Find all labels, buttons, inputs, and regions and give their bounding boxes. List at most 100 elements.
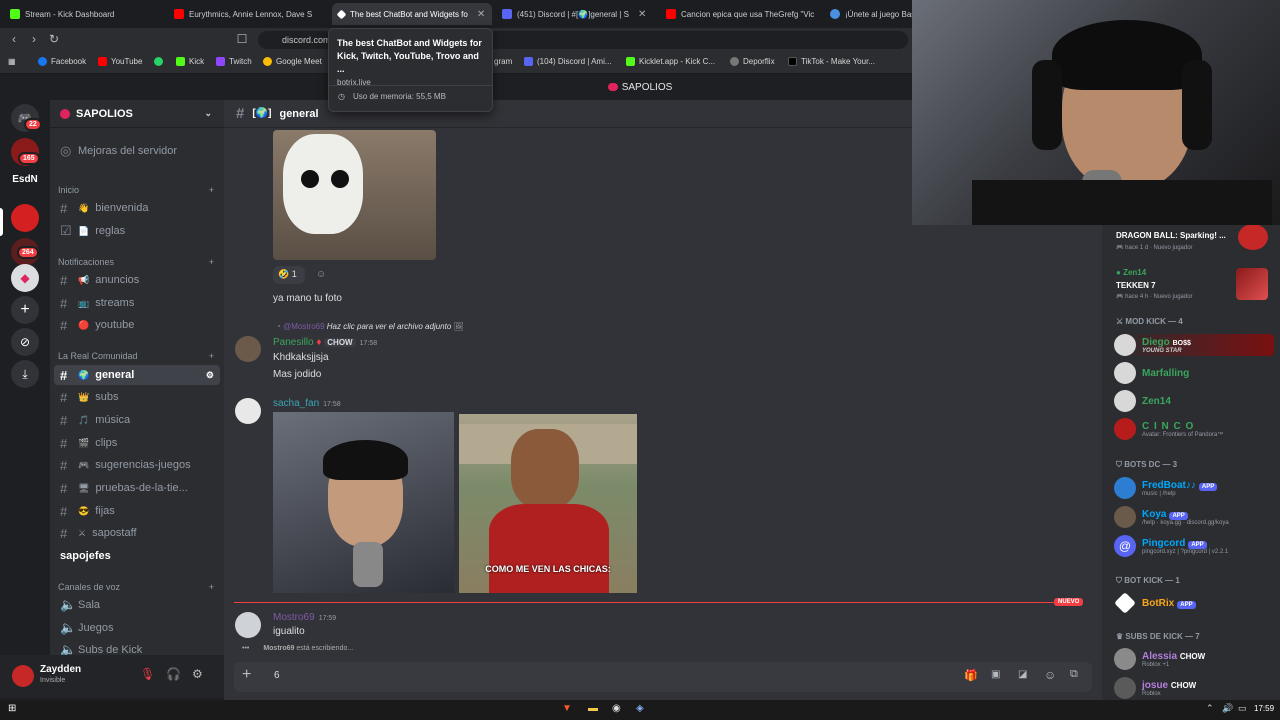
message-author[interactable]: Mostro69 17:59 xyxy=(273,612,336,623)
apps-icon[interactable]: ▦ xyxy=(8,57,16,66)
discover-icon[interactable]: ⊘ xyxy=(11,328,39,356)
download-icon[interactable]: ⤓ xyxy=(11,360,39,388)
channel-musica[interactable]: # 🎵 música xyxy=(54,410,220,430)
bookmark-kicklet[interactable]: Kicklet.app - Kick C... xyxy=(626,57,715,66)
message-author[interactable]: Panesillo ♦ CHOW 17:58 xyxy=(273,337,377,348)
bookmark-google-meet[interactable]: Google Meet xyxy=(263,57,322,66)
member-item[interactable]: Diego BO$$ YOUNG STAR xyxy=(1114,334,1274,356)
channel-general[interactable]: # 🌍 general ⚙ xyxy=(54,365,220,385)
gif-icon[interactable]: ▣ xyxy=(991,669,1000,680)
avatar[interactable] xyxy=(12,665,34,687)
bookmark-instagram[interactable]: gram xyxy=(494,57,512,66)
category-canales-de-voz[interactable]: Canales de voz + xyxy=(58,582,214,592)
channel-clips[interactable]: # 🎬 clips xyxy=(54,433,220,453)
avatar[interactable] xyxy=(235,336,261,362)
bookmark-discord[interactable]: (104) Discord | Ami... xyxy=(524,57,612,66)
reply-preview[interactable]: ◔ @Mostro69 Haz clic para ver el archivo… xyxy=(276,322,464,331)
member-item[interactable]: Zen14 xyxy=(1114,390,1171,412)
back-icon[interactable]: ‹ xyxy=(6,32,22,46)
app-icon[interactable]: ◉ xyxy=(612,703,621,714)
server-boosts-item[interactable]: ◎ Mejoras del servidor xyxy=(54,141,220,161)
attachment-image[interactable] xyxy=(273,130,436,260)
windows-start-icon[interactable]: ⊞ xyxy=(8,703,16,714)
apps-icon[interactable]: ⧉ xyxy=(1070,668,1078,681)
emoji-icon[interactable]: ☺ xyxy=(1044,668,1056,682)
tab-discord[interactable]: (451) Discord | #[🌍]general | S ✕ xyxy=(496,3,656,25)
sticker-icon[interactable]: ◪ xyxy=(1018,669,1027,680)
tab-eurythmics[interactable]: Eurythmics, Annie Lennox, Dave S xyxy=(168,3,328,25)
tab-kick-dashboard[interactable]: Stream - Kick Dashboard xyxy=(4,3,164,25)
channel-sapostaff[interactable]: # ⚔ sapostaff xyxy=(54,523,220,543)
shield-icon: ⛉ xyxy=(1116,460,1122,469)
voice-channel-juegos[interactable]: 🔈 Juegos xyxy=(54,618,220,638)
attachment-image[interactable]: COMO ME VEN LAS CHICAS: xyxy=(459,414,637,593)
bookmark-youtube[interactable]: YouTube xyxy=(98,57,142,66)
channel-subs[interactable]: # 👑 subs xyxy=(54,387,220,407)
member-item[interactable]: @ Pingcord APP pingcord.xyz | ?pingcord | v… xyxy=(1114,535,1228,557)
bookmark-facebook[interactable]: Facebook xyxy=(38,57,86,66)
close-icon[interactable]: ✕ xyxy=(638,9,646,20)
tab-botrix[interactable]: The best ChatBot and Widgets fo ✕ xyxy=(332,3,492,25)
category-la-real-comunidad[interactable]: La Real Comunidad + xyxy=(58,351,214,361)
add-reaction-icon[interactable]: ☺ xyxy=(316,269,326,280)
bookmark-icon[interactable]: ☐ xyxy=(234,32,250,46)
tab-cancion-epica[interactable]: Cancion epica que usa TheGrefg "Vic xyxy=(660,3,820,25)
channel-sapojefes[interactable]: sapojefes xyxy=(54,546,220,566)
message-input[interactable]: 6 xyxy=(274,670,280,681)
tray-chevron-icon[interactable]: ⌃ xyxy=(1206,703,1214,714)
bookmark-deporflix[interactable]: Deporflix xyxy=(730,57,775,66)
sapolios-server-icon[interactable] xyxy=(11,204,39,232)
avatar[interactable] xyxy=(235,398,261,424)
headphones-icon[interactable]: 🎧 xyxy=(166,667,181,681)
server-header[interactable]: SAPOLIOS ⌄ xyxy=(50,100,224,128)
add-channel-icon[interactable]: + xyxy=(209,185,214,195)
add-server-icon[interactable]: + xyxy=(11,296,39,324)
member-item[interactable]: FredBoat♪♪ APP music | /help xyxy=(1114,477,1218,499)
add-channel-icon[interactable]: + xyxy=(209,257,214,267)
channel-fijas[interactable]: # 😎 fijas xyxy=(54,501,220,521)
bookmark-whatsapp[interactable] xyxy=(154,57,163,66)
forward-icon[interactable]: › xyxy=(26,32,42,46)
bookmark-tiktok[interactable]: TikTok - Make Your... xyxy=(788,57,875,66)
channel-youtube[interactable]: # 🔴 youtube xyxy=(54,315,220,335)
server-icon[interactable]: ◆ xyxy=(11,264,39,292)
member-item[interactable]: Koya APP/help · koya.gg · discord.gg/koya xyxy=(1114,506,1229,528)
channel-reglas[interactable]: ☑ 📄 reglas xyxy=(54,221,220,241)
attachment-image[interactable] xyxy=(273,412,454,593)
category-notificaciones[interactable]: Notificaciones + xyxy=(58,257,214,267)
activity-user[interactable]: ● Zen14 xyxy=(1116,268,1146,277)
channel-pruebas[interactable]: # 🖥 pruebas-de-la-tie... xyxy=(54,478,220,498)
member-item[interactable]: C I N C O Avatar: Frontiers of Pandora™ xyxy=(1114,418,1223,440)
gift-icon[interactable]: 🎁 xyxy=(964,669,978,682)
add-attachment-icon[interactable]: + xyxy=(242,666,251,684)
reload-icon[interactable]: ↻ xyxy=(46,32,62,46)
message-author[interactable]: sacha_fan 17:58 xyxy=(273,398,341,409)
member-item[interactable]: Alessia CHOW Roblox +1 xyxy=(1114,648,1205,670)
tab-unete-juego[interactable]: ¡Únete al juego Bas xyxy=(824,3,912,25)
bookmark-kick[interactable]: Kick xyxy=(176,57,204,66)
channel-bienvenida[interactable]: # 👋 bienvenida xyxy=(54,198,220,218)
folder-icon[interactable]: ▬ xyxy=(588,703,598,714)
brave-icon[interactable]: ▼ xyxy=(562,703,572,714)
member-item[interactable]: josue CHOW Roblox xyxy=(1114,677,1196,699)
avatar[interactable] xyxy=(235,612,261,638)
category-inicio[interactable]: Inicio + xyxy=(58,185,214,195)
settings-icon[interactable]: ⚙ xyxy=(192,667,203,681)
channel-streams[interactable]: # 📺 streams xyxy=(54,293,220,313)
member-item[interactable]: BotRix APP xyxy=(1114,592,1196,614)
steam-icon[interactable]: ◈ xyxy=(636,703,644,714)
member-item[interactable]: Marfalling xyxy=(1114,362,1189,384)
add-channel-icon[interactable]: + xyxy=(209,582,214,592)
close-icon[interactable]: ✕ xyxy=(477,9,485,20)
network-icon[interactable]: ▭ xyxy=(1238,703,1247,714)
server-folder-label[interactable]: EsdN xyxy=(0,174,50,185)
reaction-laugh[interactable]: 🤣 1 xyxy=(273,266,305,284)
channel-anuncios[interactable]: # 📢 anuncios xyxy=(54,270,220,290)
voice-channel-sala[interactable]: 🔈 Sala xyxy=(54,595,220,615)
volume-icon[interactable]: 🔊 xyxy=(1222,703,1233,714)
add-channel-icon[interactable]: + xyxy=(209,351,214,361)
settings-icon[interactable]: ⚙ xyxy=(206,370,214,381)
mute-microphone-icon[interactable]: 🎙 xyxy=(140,667,155,681)
bookmark-twitch[interactable]: Twitch xyxy=(216,57,252,66)
channel-sugerencias-juegos[interactable]: # 🎮 sugerencias-juegos xyxy=(54,455,220,475)
